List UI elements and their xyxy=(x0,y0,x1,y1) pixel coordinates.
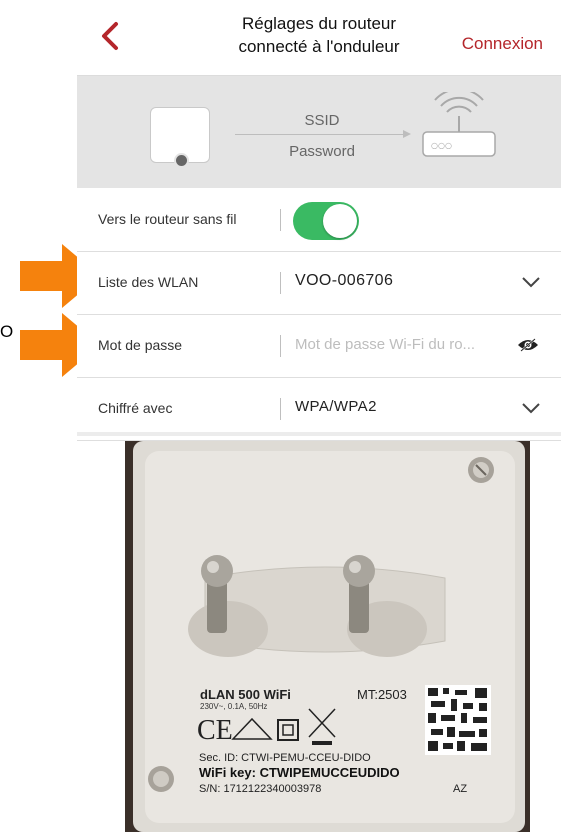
plate-sec-id: Sec. ID: CTWI-PEMU-CCEU-DIDO xyxy=(199,752,371,764)
password-field-label: Mot de passe xyxy=(98,337,183,353)
connect-button[interactable]: Connexion xyxy=(462,34,543,54)
device-dot xyxy=(174,153,189,168)
row-divider xyxy=(280,335,281,357)
ssid-label: SSID xyxy=(304,112,340,129)
connection-diagram: SSID Password ○○○ xyxy=(77,76,561,188)
wlan-list-label: Liste des WLAN xyxy=(98,274,199,290)
plate-ce-mark: CE xyxy=(197,715,233,746)
password-row: Mot de passe Mot de passe Wi-Fi du ro... xyxy=(77,315,561,378)
inverter-device-icon xyxy=(150,107,210,168)
wireless-router-label: Vers le routeur sans fil xyxy=(98,211,237,227)
qr-code xyxy=(425,685,491,755)
encryption-label: Chiffré avec xyxy=(98,400,173,416)
panel-bottom-strip xyxy=(77,432,561,436)
chevron-down-icon[interactable] xyxy=(521,401,541,415)
plate-mt: MT:2503 xyxy=(357,687,407,702)
header: Réglages du routeur connecté à l'onduleu… xyxy=(77,0,561,76)
password-label: Password xyxy=(289,143,355,160)
plate-serial: S/N: 1712122340003978 xyxy=(199,783,321,795)
router-leds: ○○○ xyxy=(431,141,452,150)
encryption-value[interactable]: WPA/WPA2 xyxy=(295,398,377,415)
wireless-router-row: Vers le routeur sans fil xyxy=(77,189,561,252)
device-label-photo: dLAN 500 WiFi MT:2503 230V~, 0.1A, 50Hz … xyxy=(125,441,530,832)
connection-line xyxy=(235,134,405,135)
wlan-list-row[interactable]: Liste des WLAN VOO-006706 xyxy=(77,252,561,315)
plate-wifi-key: WiFi key: CTWIPEMUCCEUDIDO xyxy=(199,765,400,780)
row-divider xyxy=(280,272,281,294)
wireless-router-toggle[interactable] xyxy=(293,202,359,240)
eye-hidden-icon[interactable] xyxy=(517,337,539,353)
plate-product: dLAN 500 WiFi xyxy=(200,687,291,702)
row-divider xyxy=(280,398,281,420)
chevron-down-icon[interactable] xyxy=(521,275,541,289)
plate-rating: 230V~, 0.1A, 50Hz xyxy=(200,702,267,711)
plate-code: AZ xyxy=(453,783,467,795)
toggle-knob xyxy=(323,204,357,238)
row-divider xyxy=(280,209,281,231)
password-input[interactable]: Mot de passe Wi-Fi du ro... xyxy=(295,336,475,353)
wlan-selected-value[interactable]: VOO-006706 xyxy=(295,272,393,290)
connection-arrow-icon xyxy=(403,130,411,138)
router-icon: ○○○ xyxy=(422,92,496,157)
router-settings-panel: Réglages du routeur connecté à l'onduleu… xyxy=(77,0,561,441)
back-chevron-icon[interactable] xyxy=(95,18,125,54)
page-title-line1: Réglages du routeur xyxy=(241,14,397,33)
page-title-line2: connecté à l'onduleur xyxy=(238,37,400,56)
edge-text: O xyxy=(0,322,14,341)
